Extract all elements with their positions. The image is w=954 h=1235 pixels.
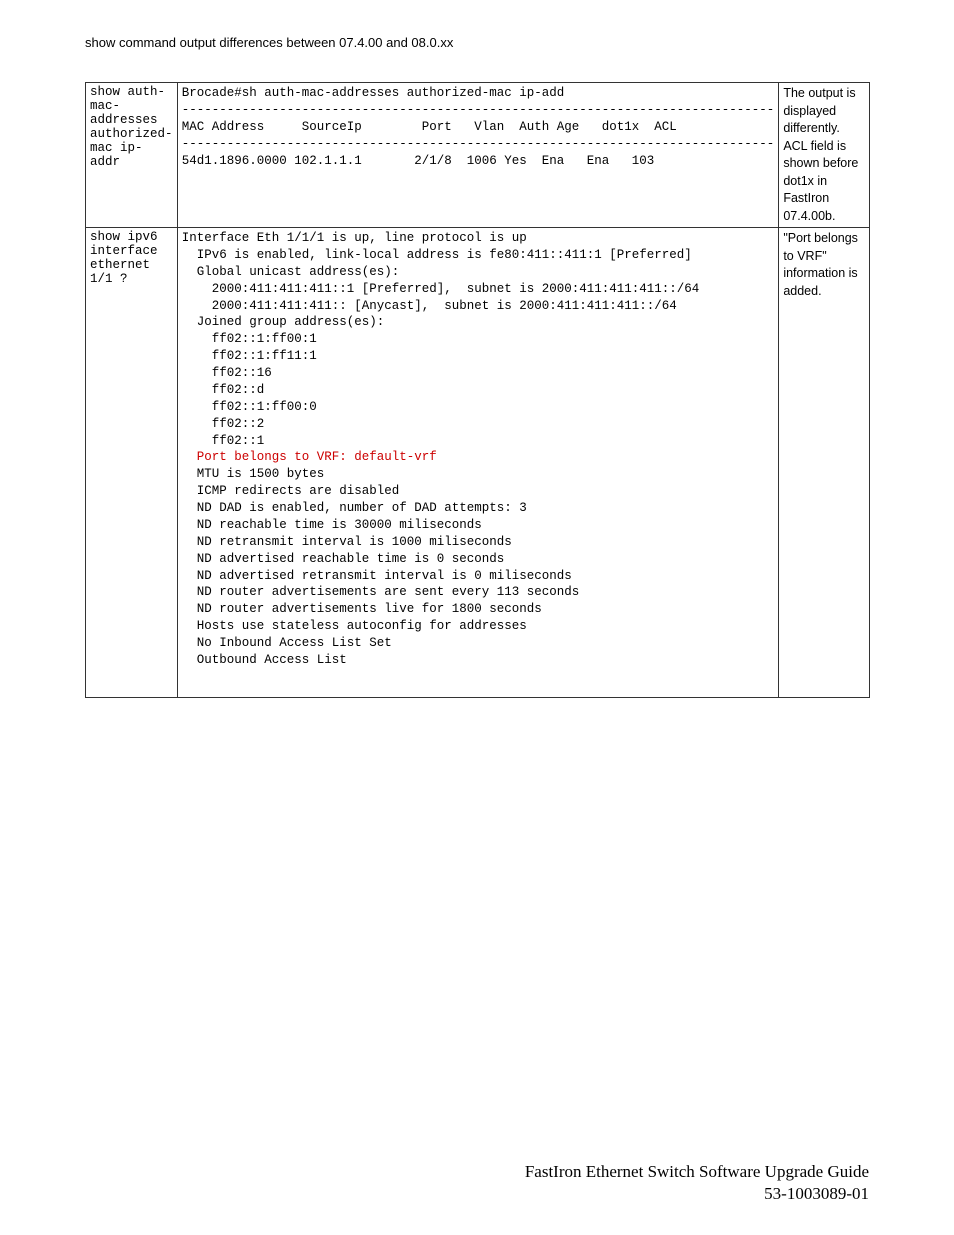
diff-table: show auth- mac- addresses authorized- ma… xyxy=(85,82,870,698)
output-line: ND reachable time is 30000 miliseconds xyxy=(182,518,482,532)
table-row: show ipv6 interface ethernet 1/1 ? Interf… xyxy=(86,228,870,698)
output-line: 2000:411:411:411:: [Anycast], subnet is … xyxy=(182,299,677,313)
output-line: ff02::1:ff00:1 xyxy=(182,332,317,346)
output-line: Interface Eth 1/1/1 is up, line protocol… xyxy=(182,231,527,245)
output-cell: Interface Eth 1/1/1 is up, line protocol… xyxy=(177,228,779,698)
diff-table-body: show auth- mac- addresses authorized- ma… xyxy=(86,83,870,698)
output-line: ff02::1:ff00:0 xyxy=(182,400,317,414)
output-line: ICMP redirects are disabled xyxy=(182,484,400,498)
output-line: ND router advertisements are sent every … xyxy=(182,585,580,599)
output-line: Global unicast address(es): xyxy=(182,265,400,279)
output-cell: Brocade#sh auth-mac-addresses authorized… xyxy=(177,83,779,228)
output-line: ND DAD is enabled, number of DAD attempt… xyxy=(182,501,527,515)
output-line: ND router advertisements live for 1800 s… xyxy=(182,602,542,616)
footer-docnum: 53-1003089-01 xyxy=(525,1183,869,1205)
output-line: ff02::16 xyxy=(182,366,272,380)
output-line: ff02::1 xyxy=(182,434,265,448)
output-line: IPv6 is enabled, link-local address is f… xyxy=(182,248,692,262)
output-line: MAC Address SourceIp Port Vlan Auth Age … xyxy=(182,120,677,134)
output-line: Brocade#sh auth-mac-addresses authorized… xyxy=(182,86,565,100)
command-cell: show auth- mac- addresses authorized- ma… xyxy=(86,83,178,228)
output-line: MTU is 1500 bytes xyxy=(182,467,325,481)
output-line: Hosts use stateless autoconfig for addre… xyxy=(182,619,527,633)
output-line: Joined group address(es): xyxy=(182,315,385,329)
table-row: show auth- mac- addresses authorized- ma… xyxy=(86,83,870,228)
output-line: Port belongs to VRF: default-vrf xyxy=(182,450,437,464)
output-line: ff02::d xyxy=(182,383,265,397)
output-line: 54d1.1896.0000 102.1.1.1 2/1/8 1006 Yes … xyxy=(182,154,655,168)
output-line: ND advertised reachable time is 0 second… xyxy=(182,552,505,566)
output-line: ----------------------------------------… xyxy=(182,103,775,117)
output-line: 2000:411:411:411::1 [Preferred], subnet … xyxy=(182,282,700,296)
output-line: Outbound Access List xyxy=(182,653,347,667)
page-header: show command output differences between … xyxy=(85,35,453,50)
output-line: ff02::1:ff11:1 xyxy=(182,349,317,363)
notes-cell: The output is displayed differently. ACL… xyxy=(779,83,870,228)
footer-title: FastIron Ethernet Switch Software Upgrad… xyxy=(525,1161,869,1183)
notes-cell: "Port belongs to VRF" information is add… xyxy=(779,228,870,698)
command-cell: show ipv6 interface ethernet 1/1 ? xyxy=(86,228,178,698)
output-line: ff02::2 xyxy=(182,417,265,431)
page-footer: FastIron Ethernet Switch Software Upgrad… xyxy=(525,1161,869,1205)
output-line: ND retransmit interval is 1000 milisecon… xyxy=(182,535,512,549)
page-title: show command output differences between … xyxy=(85,35,453,50)
output-line: No Inbound Access List Set xyxy=(182,636,392,650)
output-line: ND advertised retransmit interval is 0 m… xyxy=(182,569,572,583)
output-line: ----------------------------------------… xyxy=(182,137,775,151)
